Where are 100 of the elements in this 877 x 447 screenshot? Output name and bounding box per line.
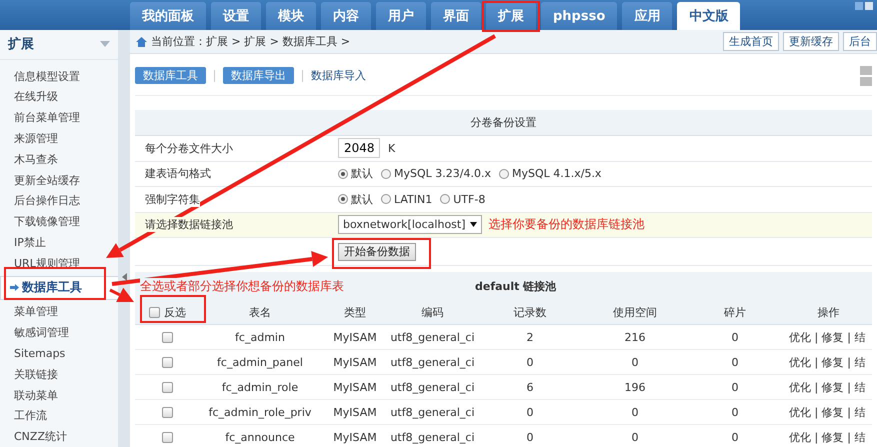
panel-toggle-icon[interactable] [860,66,872,86]
table-cell: 216 [624,330,646,344]
subnav-button[interactable]: 数据库导出 [223,67,294,84]
radio-label: MySQL 4.1.x/5.x [512,167,602,180]
checkbox[interactable] [162,432,173,442]
annotation-text: 选择你要备份的数据库链接池 [488,216,645,234]
nav-tab[interactable]: 中文版 [677,2,740,30]
table-cell: MyISAM [333,406,377,418]
radio-button[interactable] [440,194,450,204]
toolbar-button[interactable]: 更新缓存 [783,32,839,51]
table-cell: utf8_general_ci [390,430,475,444]
table-cell: 0 [526,356,534,368]
table-cell: utf8_general_ci [390,356,475,368]
sidebar-item[interactable]: 敏感词管理 [0,322,118,344]
breadcrumb: 当前位置：扩展 > 扩展 > 数据库工具 > [151,34,352,49]
table-cell: 0 [732,406,738,418]
sidebar-item[interactable]: 关联链接 [0,364,118,385]
radio-button[interactable] [381,168,391,179]
table-cell: 2 [526,330,534,344]
field-label: 建表语句格式 [145,166,211,182]
annotation-arrow [109,288,134,302]
subnav-link[interactable]: 数据库导入 [311,68,366,83]
sidebar-item[interactable]: 数据库工具 [0,276,118,300]
checkbox[interactable] [162,356,173,368]
sidebar-item[interactable]: 在线升级 [0,86,118,108]
radio-button[interactable] [338,168,348,179]
sidebar-item[interactable]: 来源管理 [0,128,118,149]
highlight-frame [140,295,206,323]
sidebar-item[interactable]: IP禁止 [0,232,118,253]
table-cell: 0 [632,406,638,418]
table-cell: 优化 | 修复 | 结 [789,330,866,344]
sidebar-title: 扩展 [8,36,34,54]
column-header: 表名 [249,304,271,320]
checkbox[interactable] [149,306,160,318]
caret-icon[interactable] [100,41,110,48]
table-cell: 0 [526,406,534,418]
nav-tab[interactable]: 内容 [321,2,371,30]
dropdown[interactable]: boxnetwork[localhost] [338,215,482,234]
table-cell: fc_announce [225,430,295,444]
table-title: default 链接池 [475,278,556,294]
nav-tab[interactable]: 界面 [431,2,481,30]
field-label: 强制字符集 [145,192,200,207]
collapse-icon[interactable] [122,273,126,281]
sidebar-item[interactable]: Sitemaps [0,343,118,364]
nav-tab[interactable]: 模块 [266,2,316,30]
table-cell: 6 [526,380,534,394]
toolbar-button[interactable]: 生成首页 [723,32,779,51]
table-cell: utf8_general_ci [390,406,475,418]
annotation-text: 全选或者部分选择你想备份的数据库表 [140,278,344,294]
sidebar-item[interactable]: 更新全站缓存 [0,170,118,190]
toolbar-button[interactable]: 后台 [843,32,877,51]
nav-tab[interactable]: 应用 [622,2,672,30]
table-cell: 196 [624,380,646,394]
radio-button[interactable] [381,194,391,204]
column-header: 操作 [818,304,840,320]
table-cell: 0 [632,430,638,444]
table-cell: utf8_general_ci [390,380,475,394]
field-label: 请选择数据链接池 [145,217,233,232]
table-cell: 0 [732,430,738,444]
checkbox[interactable] [162,406,173,418]
column-header: 编码 [422,304,444,320]
home-icon[interactable] [136,36,147,46]
nav-tab[interactable]: phpsso [541,2,618,30]
table-cell: 0 [732,380,738,394]
table-cell: 优化 | 修复 | 结 [789,380,866,394]
sidebar-item[interactable]: 信息模型设置 [0,66,118,87]
checkbox[interactable] [162,332,173,342]
table-cell: fc_admin_role [222,380,298,394]
nav-tab[interactable]: 用户 [376,2,426,30]
sidebar-item[interactable]: CNZZ统计 [0,426,118,447]
sidebar-item[interactable]: 前台菜单管理 [0,107,118,128]
radio-label: 默认 [351,166,373,182]
table-cell: fc_admin [235,330,285,344]
sidebar-item[interactable]: 下载镜像管理 [0,211,118,232]
table-cell: 优化 | 修复 | 结 [789,354,866,370]
nav-tab[interactable]: 设置 [211,2,261,30]
start-backup-button[interactable]: 开始备份数据 [338,242,416,260]
sidebar-item[interactable]: 木马查杀 [0,148,118,170]
table-cell: MyISAM [333,430,377,444]
sidebar-item[interactable]: 联动菜单 [0,384,118,406]
table-cell: fc_admin_panel [217,356,303,368]
table-cell: MyISAM [333,330,377,344]
input-field[interactable]: 2048 [338,138,380,158]
table-cell: MyISAM [333,380,377,394]
sidebar-item[interactable]: 后台操作日志 [0,190,118,212]
subnav-button[interactable]: 数据库工具 [135,67,206,84]
table-cell: fc_admin_role_priv [208,406,312,418]
field-label: 每个分卷文件大小 [145,140,233,156]
sidebar-item[interactable]: 菜单管理 [0,302,118,322]
table-cell: 优化 | 修复 | 结 [789,430,866,444]
radio-button[interactable] [498,168,509,179]
radio-button[interactable] [338,194,348,204]
checkbox[interactable] [162,382,173,392]
table-cell: 0 [526,430,534,444]
arrow-icon [10,284,19,292]
radio-label: UTF-8 [453,192,486,206]
table-cell: 0 [632,356,638,368]
sidebar-item[interactable]: 工作流 [0,405,118,426]
nav-tab[interactable]: 我的面板 [130,2,206,30]
column-header: 使用空间 [613,304,657,320]
